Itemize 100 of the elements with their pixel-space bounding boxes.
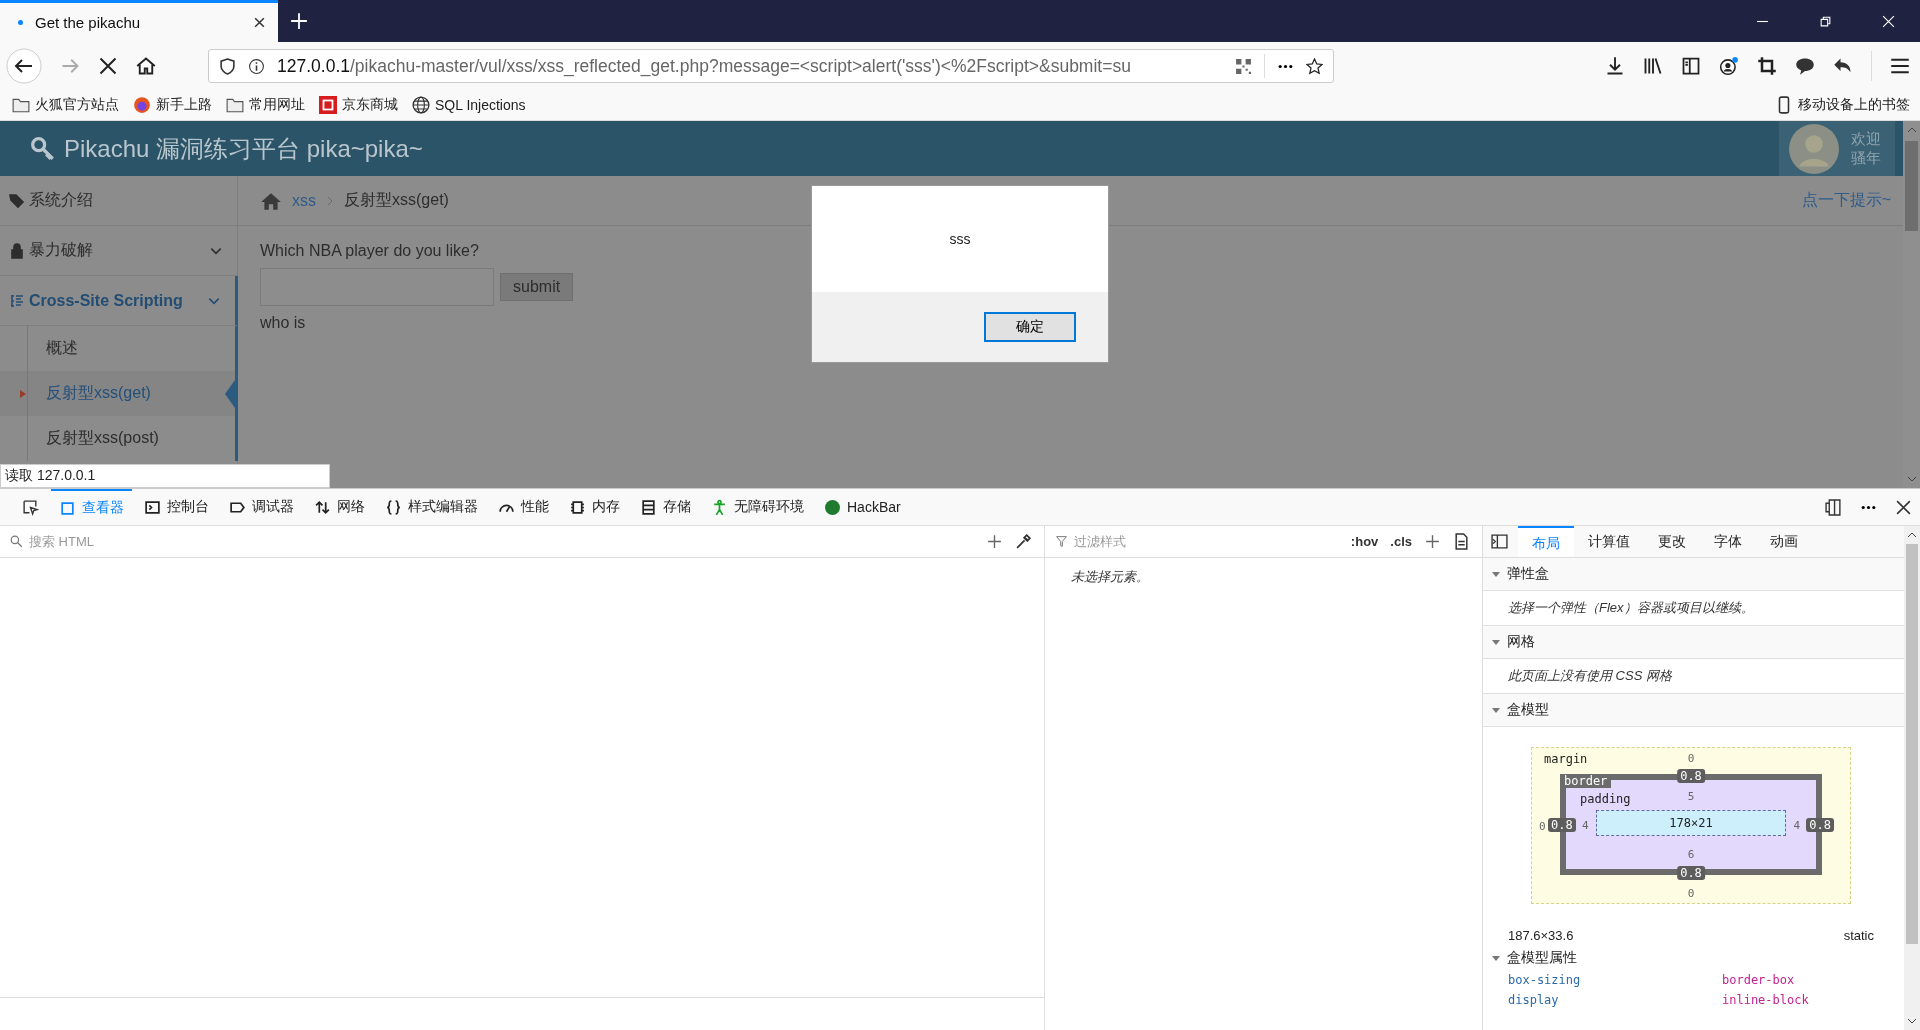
property-value: border-box: [1722, 973, 1795, 987]
panel-tab[interactable]: 布局: [1518, 526, 1574, 557]
greeting: 欢迎: [1851, 129, 1881, 149]
qr-code-icon[interactable]: [1235, 57, 1252, 75]
home-icon[interactable]: [136, 56, 156, 76]
box-value: 4: [1582, 818, 1589, 831]
chevron-icon: [326, 194, 334, 207]
star-icon[interactable]: [1306, 57, 1323, 75]
bookmark[interactable]: 常用网址: [226, 96, 305, 114]
info-icon[interactable]: [248, 57, 265, 75]
box-value: 4: [1793, 818, 1800, 831]
chip-icon: [569, 498, 586, 516]
bookmark[interactable]: 新手上路: [133, 96, 212, 114]
braces-icon: [385, 498, 402, 516]
url-text: 127.0.0.1/pikachu-master/vul/xss/xss_reflected_get.php?message=<script>alert('sss')<%2Fscript>&submit=su: [277, 55, 1132, 77]
key-icon: [30, 135, 56, 162]
crop-icon[interactable]: [1757, 56, 1777, 76]
scrollbar[interactable]: [1904, 526, 1920, 1030]
library-icon[interactable]: [1643, 56, 1663, 76]
network-icon: [314, 498, 331, 516]
panel-tab[interactable]: 更改: [1644, 526, 1700, 557]
scrollbar-thumb[interactable]: [1906, 544, 1918, 944]
pick-element-icon[interactable]: [22, 498, 39, 516]
avatar: [1789, 123, 1839, 174]
ok-button[interactable]: 确定: [984, 312, 1076, 342]
dock-icon[interactable]: [1825, 498, 1842, 516]
devtools-tab[interactable]: 调试器: [221, 489, 302, 525]
devtools-tab[interactable]: 查看器: [51, 489, 132, 525]
sidebar-toggle-icon[interactable]: [1491, 533, 1508, 550]
position-value: static: [1843, 928, 1874, 943]
shield-icon[interactable]: [219, 57, 236, 75]
sidebar-item[interactable]: 暴力破解: [0, 226, 237, 276]
circle-logo-icon: [133, 96, 151, 114]
pointer-icon: [225, 379, 235, 408]
site-title: Pikachu 漏洞练习平台 pika~pika~: [64, 133, 423, 164]
browser-tab[interactable]: Get the pikachu: [0, 0, 278, 42]
address-bar[interactable]: 127.0.0.1/pikachu-master/vul/xss/xss_reflected_get.php?message=<script>alert('sss')<%2Fscript>&submit=su: [208, 49, 1334, 83]
devtools-tab[interactable]: 存储: [632, 489, 699, 525]
devtools-tab[interactable]: 内存: [561, 489, 628, 525]
bookmark[interactable]: 火狐官方站点: [12, 96, 119, 114]
mobile-bookmarks[interactable]: 移动设备上的书签: [1775, 96, 1910, 114]
tag-icon: [9, 192, 25, 209]
question-text: Which NBA player do you like?: [260, 242, 479, 260]
box-label: margin: [1544, 752, 1588, 766]
back-icon[interactable]: [6, 48, 42, 84]
section-header[interactable]: 盒模型属性: [1483, 943, 1904, 967]
section-header[interactable]: 盒模型: [1483, 694, 1904, 727]
close-icon[interactable]: [253, 16, 266, 29]
accessibility-icon: [711, 498, 728, 516]
menu-icon[interactable]: [1890, 56, 1910, 76]
sidebar-item[interactable]: 系统介绍: [0, 176, 237, 226]
storage-icon: [640, 498, 657, 516]
sidebar-icon[interactable]: [1681, 56, 1701, 76]
lock-icon: [9, 242, 25, 259]
box-value: 0: [1539, 819, 1546, 832]
close-icon[interactable]: [1895, 498, 1912, 516]
folder-icon: [12, 96, 30, 114]
devtools-tab[interactable]: 性能: [490, 489, 557, 525]
search-field[interactable]: 搜索 HTML: [27, 533, 974, 550]
chat-icon[interactable]: [1795, 56, 1815, 76]
devtools-tab[interactable]: 控制台: [136, 489, 217, 525]
devtools-tab[interactable]: 网络: [306, 489, 373, 525]
bookmark[interactable]: 京东商城: [319, 96, 398, 114]
content-box: 178×21: [1596, 810, 1786, 836]
stop-icon[interactable]: [98, 56, 118, 76]
box-value: 6: [1687, 848, 1695, 861]
sidebar-subitem[interactable]: 反射型xss(post): [0, 416, 238, 461]
caret-icon: [20, 389, 26, 398]
box-value: 0: [1687, 887, 1695, 900]
restore-icon[interactable]: [1819, 14, 1832, 28]
panel-tab[interactable]: 计算值: [1574, 526, 1644, 557]
document-icon[interactable]: [1453, 533, 1470, 550]
square-logo-icon: [319, 96, 337, 114]
add-icon[interactable]: [986, 533, 1003, 550]
box-value: 0.8: [1677, 866, 1705, 880]
panel-tab[interactable]: 字体: [1700, 526, 1756, 557]
caret-icon: [1491, 953, 1501, 963]
box-value: 0.8: [1806, 817, 1834, 832]
panel-tab[interactable]: 动画: [1756, 526, 1812, 557]
result-text: who is: [260, 314, 306, 332]
bookmark[interactable]: SQL Injections: [412, 96, 526, 114]
dot-icon: [824, 498, 841, 516]
devtools-tab[interactable]: 样式编辑器: [377, 489, 486, 525]
scrollbar-thumb[interactable]: [1905, 141, 1918, 231]
caret-icon: [1491, 705, 1501, 715]
devtools-tab[interactable]: HackBar: [816, 489, 909, 525]
cls-toggle[interactable]: .cls: [1390, 534, 1412, 549]
new-tab-icon[interactable]: [290, 12, 308, 30]
add-icon[interactable]: [1424, 533, 1441, 550]
hov-toggle[interactable]: :hov: [1350, 534, 1379, 549]
section-header[interactable]: 弹性盒: [1483, 558, 1904, 591]
devtools-tab[interactable]: 无障碍环境: [703, 489, 812, 525]
breadcrumb-current: 反射型xss(get): [344, 190, 449, 210]
section-header[interactable]: 网格: [1483, 626, 1904, 659]
download-icon[interactable]: [1605, 56, 1625, 76]
eyedropper-icon[interactable]: [1015, 533, 1032, 550]
box-value: 5: [1687, 790, 1695, 803]
filter-field[interactable]: 过滤样式: [1072, 533, 1339, 550]
property-name: box-sizing: [1508, 973, 1582, 987]
account-icon[interactable]: [1719, 56, 1739, 76]
